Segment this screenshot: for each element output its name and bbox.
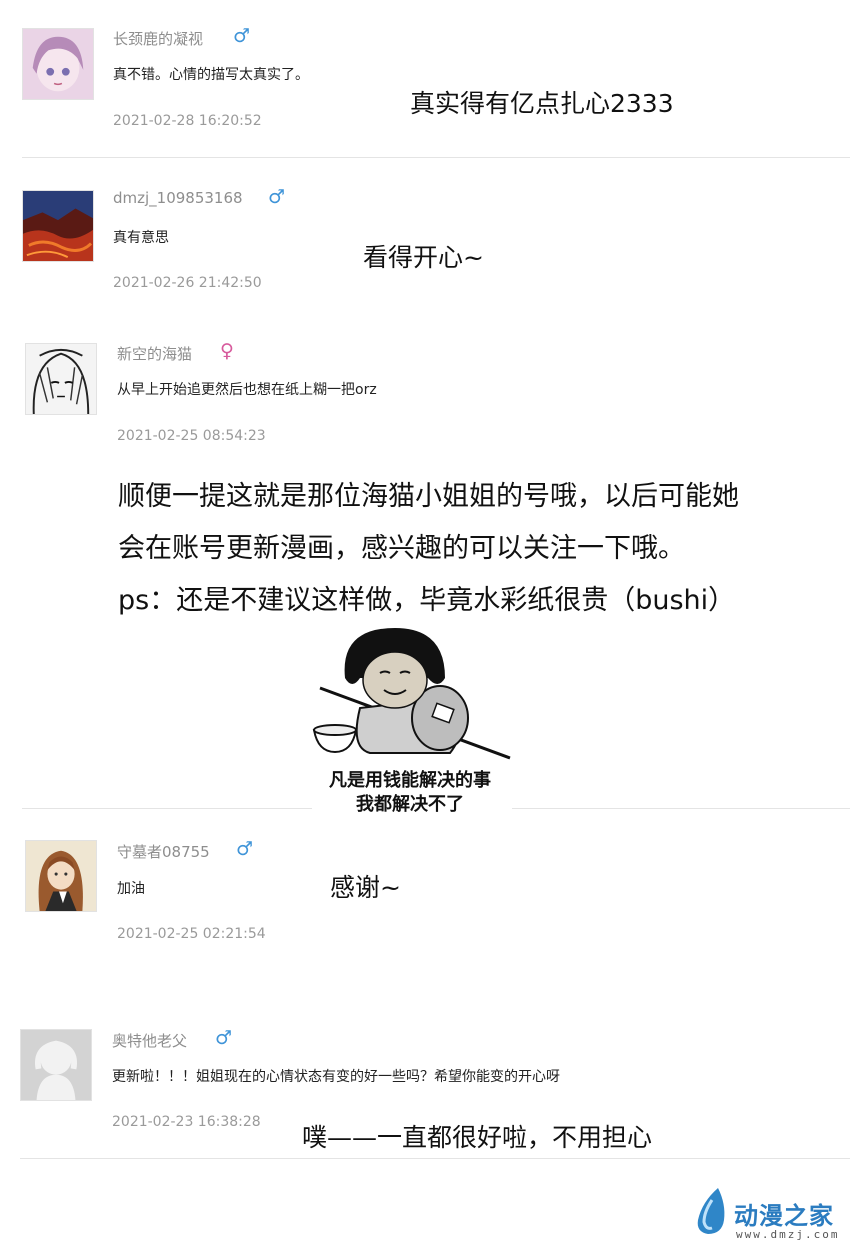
comment-time: 2021-02-28 16:20:52 [113, 113, 262, 129]
meme-sticker: 凡是用钱能解决的事 我都解决不了 [300, 618, 520, 818]
comment-divider [22, 808, 312, 809]
meme-caption: 我都解决不了 [356, 794, 464, 815]
avatar[interactable] [22, 28, 94, 100]
author-note-line: ps：还是不建议这样做，毕竟水彩纸很贵（bushi） [118, 585, 736, 616]
male-gender-icon: ♂ [236, 838, 254, 860]
comment-text: 真有意思 [113, 230, 169, 246]
dmzj-logo-icon [694, 1186, 728, 1236]
comment-text: 加油 [117, 881, 145, 897]
male-gender-icon: ♂ [233, 25, 251, 47]
author-note-line: 顺便一提这就是那位海猫小姐姐的号哦，以后可能她 [118, 481, 739, 512]
comment-username[interactable]: dmzj_109853168 [113, 189, 243, 207]
watermark-logo-text: 动漫之家 [734, 1202, 834, 1230]
male-gender-icon: ♂ [215, 1027, 233, 1049]
reply-text: 真实得有亿点扎心2333 [410, 89, 674, 118]
avatar[interactable] [25, 840, 97, 912]
comment-username[interactable]: 长颈鹿的凝视 [113, 28, 203, 49]
comment-text: 真不错。心情的描写太真实了。 [113, 67, 309, 83]
female-gender-icon: ♀ [220, 340, 234, 362]
reply-text: 看得开心~ [363, 243, 484, 272]
comment-username[interactable]: 新空的海猫 [117, 343, 192, 364]
reply-text: 噗——一直都很好啦，不用担心 [302, 1123, 653, 1152]
avatar[interactable] [25, 343, 97, 415]
meme-caption: 凡是用钱能解决的事 [329, 770, 491, 791]
reply-text: 感谢~ [330, 873, 401, 902]
comment-username[interactable]: 奥特他老父 [112, 1030, 187, 1051]
comment-username[interactable]: 守墓者08755 [117, 841, 210, 862]
comment-time: 2021-02-25 02:21:54 [117, 926, 266, 942]
avatar[interactable] [20, 1029, 92, 1101]
author-note-line: 会在账号更新漫画，感兴趣的可以关注一下哦。 [118, 533, 685, 564]
comment-time: 2021-02-25 08:54:23 [117, 428, 266, 444]
comment-divider [22, 157, 850, 158]
watermark-url: www.dmzj.com [736, 1228, 840, 1241]
comment-time: 2021-02-23 16:38:28 [112, 1114, 261, 1130]
comment-text: 从早上开始追更然后也想在纸上糊一把orz [117, 382, 377, 398]
avatar[interactable] [22, 190, 94, 262]
comment-text: 更新啦！！！姐姐现在的心情状态有变的好一些吗？希望你能变的开心呀 [112, 1069, 560, 1085]
male-gender-icon: ♂ [268, 186, 286, 208]
comment-divider [20, 1158, 850, 1159]
comment-divider [512, 808, 850, 809]
comment-time: 2021-02-26 21:42:50 [113, 275, 262, 291]
